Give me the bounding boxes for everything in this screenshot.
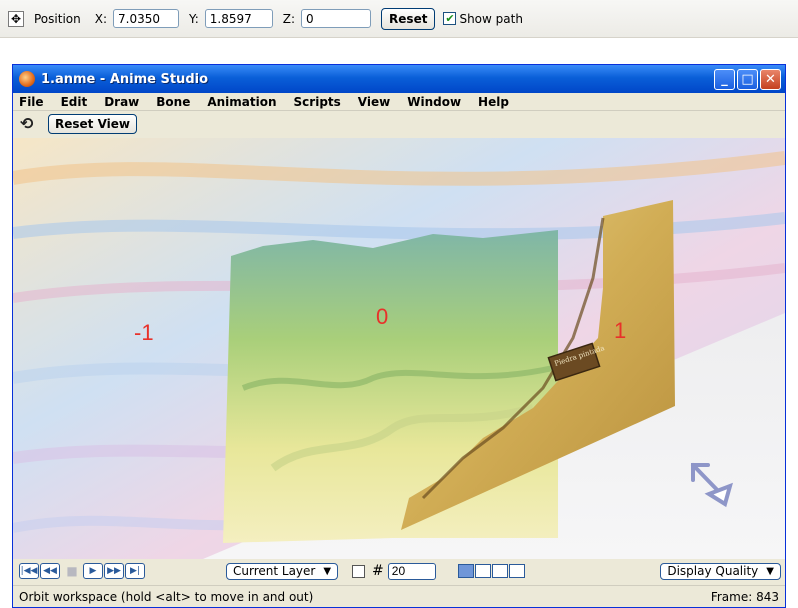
show-path-checkbox[interactable]: ✔ bbox=[443, 12, 457, 25]
menu-help[interactable]: Help bbox=[478, 95, 509, 109]
grid-checkbox[interactable] bbox=[352, 564, 366, 578]
reset-view-button[interactable]: Reset View bbox=[48, 113, 137, 134]
frame-counter: Frame: 843 bbox=[710, 589, 779, 604]
view-layout-group bbox=[457, 564, 526, 578]
app-root: ✥ Position X: Y: Z: Reset ✔ Show path 1.… bbox=[0, 0, 798, 608]
step-back-button[interactable]: ◀◀ bbox=[40, 563, 60, 579]
window-title: 1.anme - Anime Studio bbox=[41, 71, 209, 87]
menu-draw[interactable]: Draw bbox=[104, 95, 139, 109]
anime-studio-window: 1.anme - Anime Studio _ □ ✕ File Edit Dr… bbox=[12, 64, 786, 608]
x-position-field[interactable] bbox=[113, 9, 179, 28]
y-label: Y: bbox=[189, 11, 199, 26]
menu-window[interactable]: Window bbox=[407, 95, 461, 109]
orbit-icon[interactable]: ⟲ bbox=[20, 114, 40, 133]
workspace-viewport[interactable]: Piedra pintada -1 0 1 bbox=[13, 138, 785, 559]
layout-quad-button[interactable] bbox=[508, 564, 525, 578]
status-hint: Orbit workspace (hold <alt> to move in a… bbox=[19, 589, 314, 604]
display-quality-value: Display Quality bbox=[667, 564, 759, 578]
layer-select-value: Current Layer bbox=[233, 564, 316, 578]
status-bar: Orbit workspace (hold <alt> to move in a… bbox=[13, 585, 785, 607]
z-position-field[interactable] bbox=[301, 9, 372, 28]
grid-icon: # bbox=[372, 563, 384, 579]
layer-plane-middle bbox=[223, 230, 558, 543]
rewind-to-start-button[interactable]: |◀◀ bbox=[19, 563, 39, 579]
reset-button[interactable]: Reset bbox=[381, 7, 436, 30]
show-path-label: Show path bbox=[459, 11, 523, 26]
menu-bar: File Edit Draw Bone Animation Scripts Vi… bbox=[13, 93, 785, 111]
grid-size-field[interactable] bbox=[387, 562, 436, 580]
y-position-field[interactable] bbox=[204, 9, 273, 28]
layout-vertical-split-button[interactable] bbox=[474, 564, 491, 578]
stop-button[interactable]: ■ bbox=[64, 563, 80, 579]
layer-label-back: -1 bbox=[134, 320, 154, 345]
app-icon bbox=[19, 71, 35, 87]
tool-options-bar: ✥ Position X: Y: Z: Reset ✔ Show path bbox=[0, 0, 798, 38]
z-label: Z: bbox=[282, 11, 296, 26]
position-label: Position bbox=[34, 11, 81, 26]
view-toolbar: ⟲ Reset View bbox=[13, 111, 785, 136]
window-controls: _ □ ✕ bbox=[714, 68, 785, 90]
step-forward-button[interactable]: ▶▶ bbox=[104, 563, 124, 579]
layout-horizontal-split-button[interactable] bbox=[491, 564, 508, 578]
menu-bone[interactable]: Bone bbox=[156, 95, 190, 109]
menu-animation[interactable]: Animation bbox=[207, 95, 276, 109]
close-button[interactable]: ✕ bbox=[760, 68, 781, 90]
chevron-down-icon: ▼ bbox=[323, 565, 332, 577]
layer-label-front: 1 bbox=[614, 318, 626, 343]
play-button[interactable]: ▶ bbox=[83, 563, 103, 579]
chevron-down-icon: ▼ bbox=[766, 565, 774, 577]
translate-tool-icon[interactable]: ✥ bbox=[8, 10, 24, 27]
x-label: X: bbox=[94, 11, 107, 26]
menu-scripts[interactable]: Scripts bbox=[294, 95, 341, 109]
maximize-button[interactable]: □ bbox=[737, 68, 758, 90]
menu-edit[interactable]: Edit bbox=[61, 95, 88, 109]
display-quality-select[interactable]: Display Quality ▼ bbox=[660, 562, 781, 580]
title-bar[interactable]: 1.anme - Anime Studio _ □ ✕ bbox=[13, 65, 785, 93]
layout-single-button[interactable] bbox=[457, 564, 474, 578]
playback-bar: |◀◀ ◀◀ ■ ▶ ▶▶ ▶| Current Layer ▼ # Displ… bbox=[13, 560, 785, 582]
menu-file[interactable]: File bbox=[19, 95, 44, 109]
layer-select[interactable]: Current Layer ▼ bbox=[226, 562, 339, 580]
workspace-canvas[interactable]: Piedra pintada -1 0 1 bbox=[13, 138, 785, 559]
minimize-button[interactable]: _ bbox=[714, 68, 735, 90]
menu-view[interactable]: View bbox=[358, 95, 390, 109]
layer-label-middle: 0 bbox=[376, 304, 388, 329]
forward-to-end-button[interactable]: ▶| bbox=[125, 563, 145, 579]
